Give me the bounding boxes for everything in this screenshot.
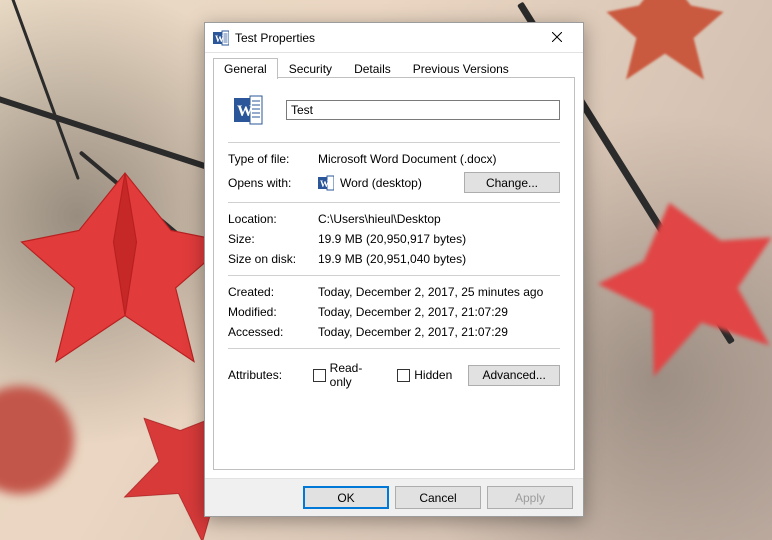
filename-input[interactable] bbox=[286, 100, 560, 120]
location-label: Location: bbox=[228, 212, 318, 226]
titlebar[interactable]: W Test Properties bbox=[205, 23, 583, 53]
size-on-disk-value: 19.9 MB (20,951,040 bytes) bbox=[318, 252, 466, 266]
checkbox-box-icon bbox=[313, 369, 325, 382]
word-app-icon: W bbox=[318, 175, 334, 191]
close-icon bbox=[552, 32, 562, 42]
type-of-file-label: Type of file: bbox=[228, 152, 318, 166]
separator bbox=[228, 348, 560, 349]
advanced-button[interactable]: Advanced... bbox=[468, 365, 560, 386]
tab-strip: General Security Details Previous Versio… bbox=[205, 53, 583, 78]
apply-button[interactable]: Apply bbox=[487, 486, 573, 509]
tab-general[interactable]: General bbox=[213, 58, 278, 79]
accessed-value: Today, December 2, 2017, 21:07:29 bbox=[318, 325, 508, 339]
wallpaper-leaf bbox=[600, 0, 730, 90]
type-of-file-value: Microsoft Word Document (.docx) bbox=[318, 152, 497, 166]
close-button[interactable] bbox=[535, 23, 579, 51]
hidden-label: Hidden bbox=[414, 368, 452, 382]
hidden-checkbox[interactable]: Hidden bbox=[397, 368, 452, 382]
size-value: 19.9 MB (20,950,917 bytes) bbox=[318, 232, 466, 246]
change-button[interactable]: Change... bbox=[464, 172, 560, 193]
general-panel: W Type of file: Microsoft Word Document … bbox=[213, 77, 575, 470]
tab-details[interactable]: Details bbox=[343, 58, 402, 79]
tab-previous-versions[interactable]: Previous Versions bbox=[402, 58, 520, 79]
separator bbox=[228, 202, 560, 203]
accessed-label: Accessed: bbox=[228, 325, 318, 339]
attributes-label: Attributes: bbox=[228, 368, 313, 382]
readonly-checkbox[interactable]: Read-only bbox=[313, 361, 381, 389]
dialog-footer: OK Cancel Apply bbox=[205, 478, 583, 516]
size-label: Size: bbox=[228, 232, 318, 246]
tab-security[interactable]: Security bbox=[278, 58, 343, 79]
created-label: Created: bbox=[228, 285, 318, 299]
svg-text:W: W bbox=[237, 103, 253, 120]
wallpaper-leaf bbox=[0, 380, 80, 500]
window-title: Test Properties bbox=[235, 31, 535, 45]
size-on-disk-label: Size on disk: bbox=[228, 252, 318, 266]
separator bbox=[228, 275, 560, 276]
word-app-icon: W bbox=[213, 30, 229, 46]
cancel-button[interactable]: Cancel bbox=[395, 486, 481, 509]
svg-text:W: W bbox=[215, 34, 224, 44]
location-value: C:\Users\hieul\Desktop bbox=[318, 212, 441, 226]
readonly-label: Read-only bbox=[330, 361, 382, 389]
desktop-wallpaper: W Test Properties General Security Detai… bbox=[0, 0, 772, 540]
properties-dialog: W Test Properties General Security Detai… bbox=[204, 22, 584, 517]
created-value: Today, December 2, 2017, 25 minutes ago bbox=[318, 285, 543, 299]
svg-text:W: W bbox=[320, 179, 329, 189]
opens-with-label: Opens with: bbox=[228, 176, 318, 190]
wallpaper-leaf bbox=[568, 158, 772, 403]
checkbox-box-icon bbox=[397, 369, 410, 382]
document-icon: W bbox=[232, 94, 264, 126]
opens-with-value: Word (desktop) bbox=[340, 176, 422, 190]
separator bbox=[228, 142, 560, 143]
ok-button[interactable]: OK bbox=[303, 486, 389, 509]
modified-value: Today, December 2, 2017, 21:07:29 bbox=[318, 305, 508, 319]
modified-label: Modified: bbox=[228, 305, 318, 319]
